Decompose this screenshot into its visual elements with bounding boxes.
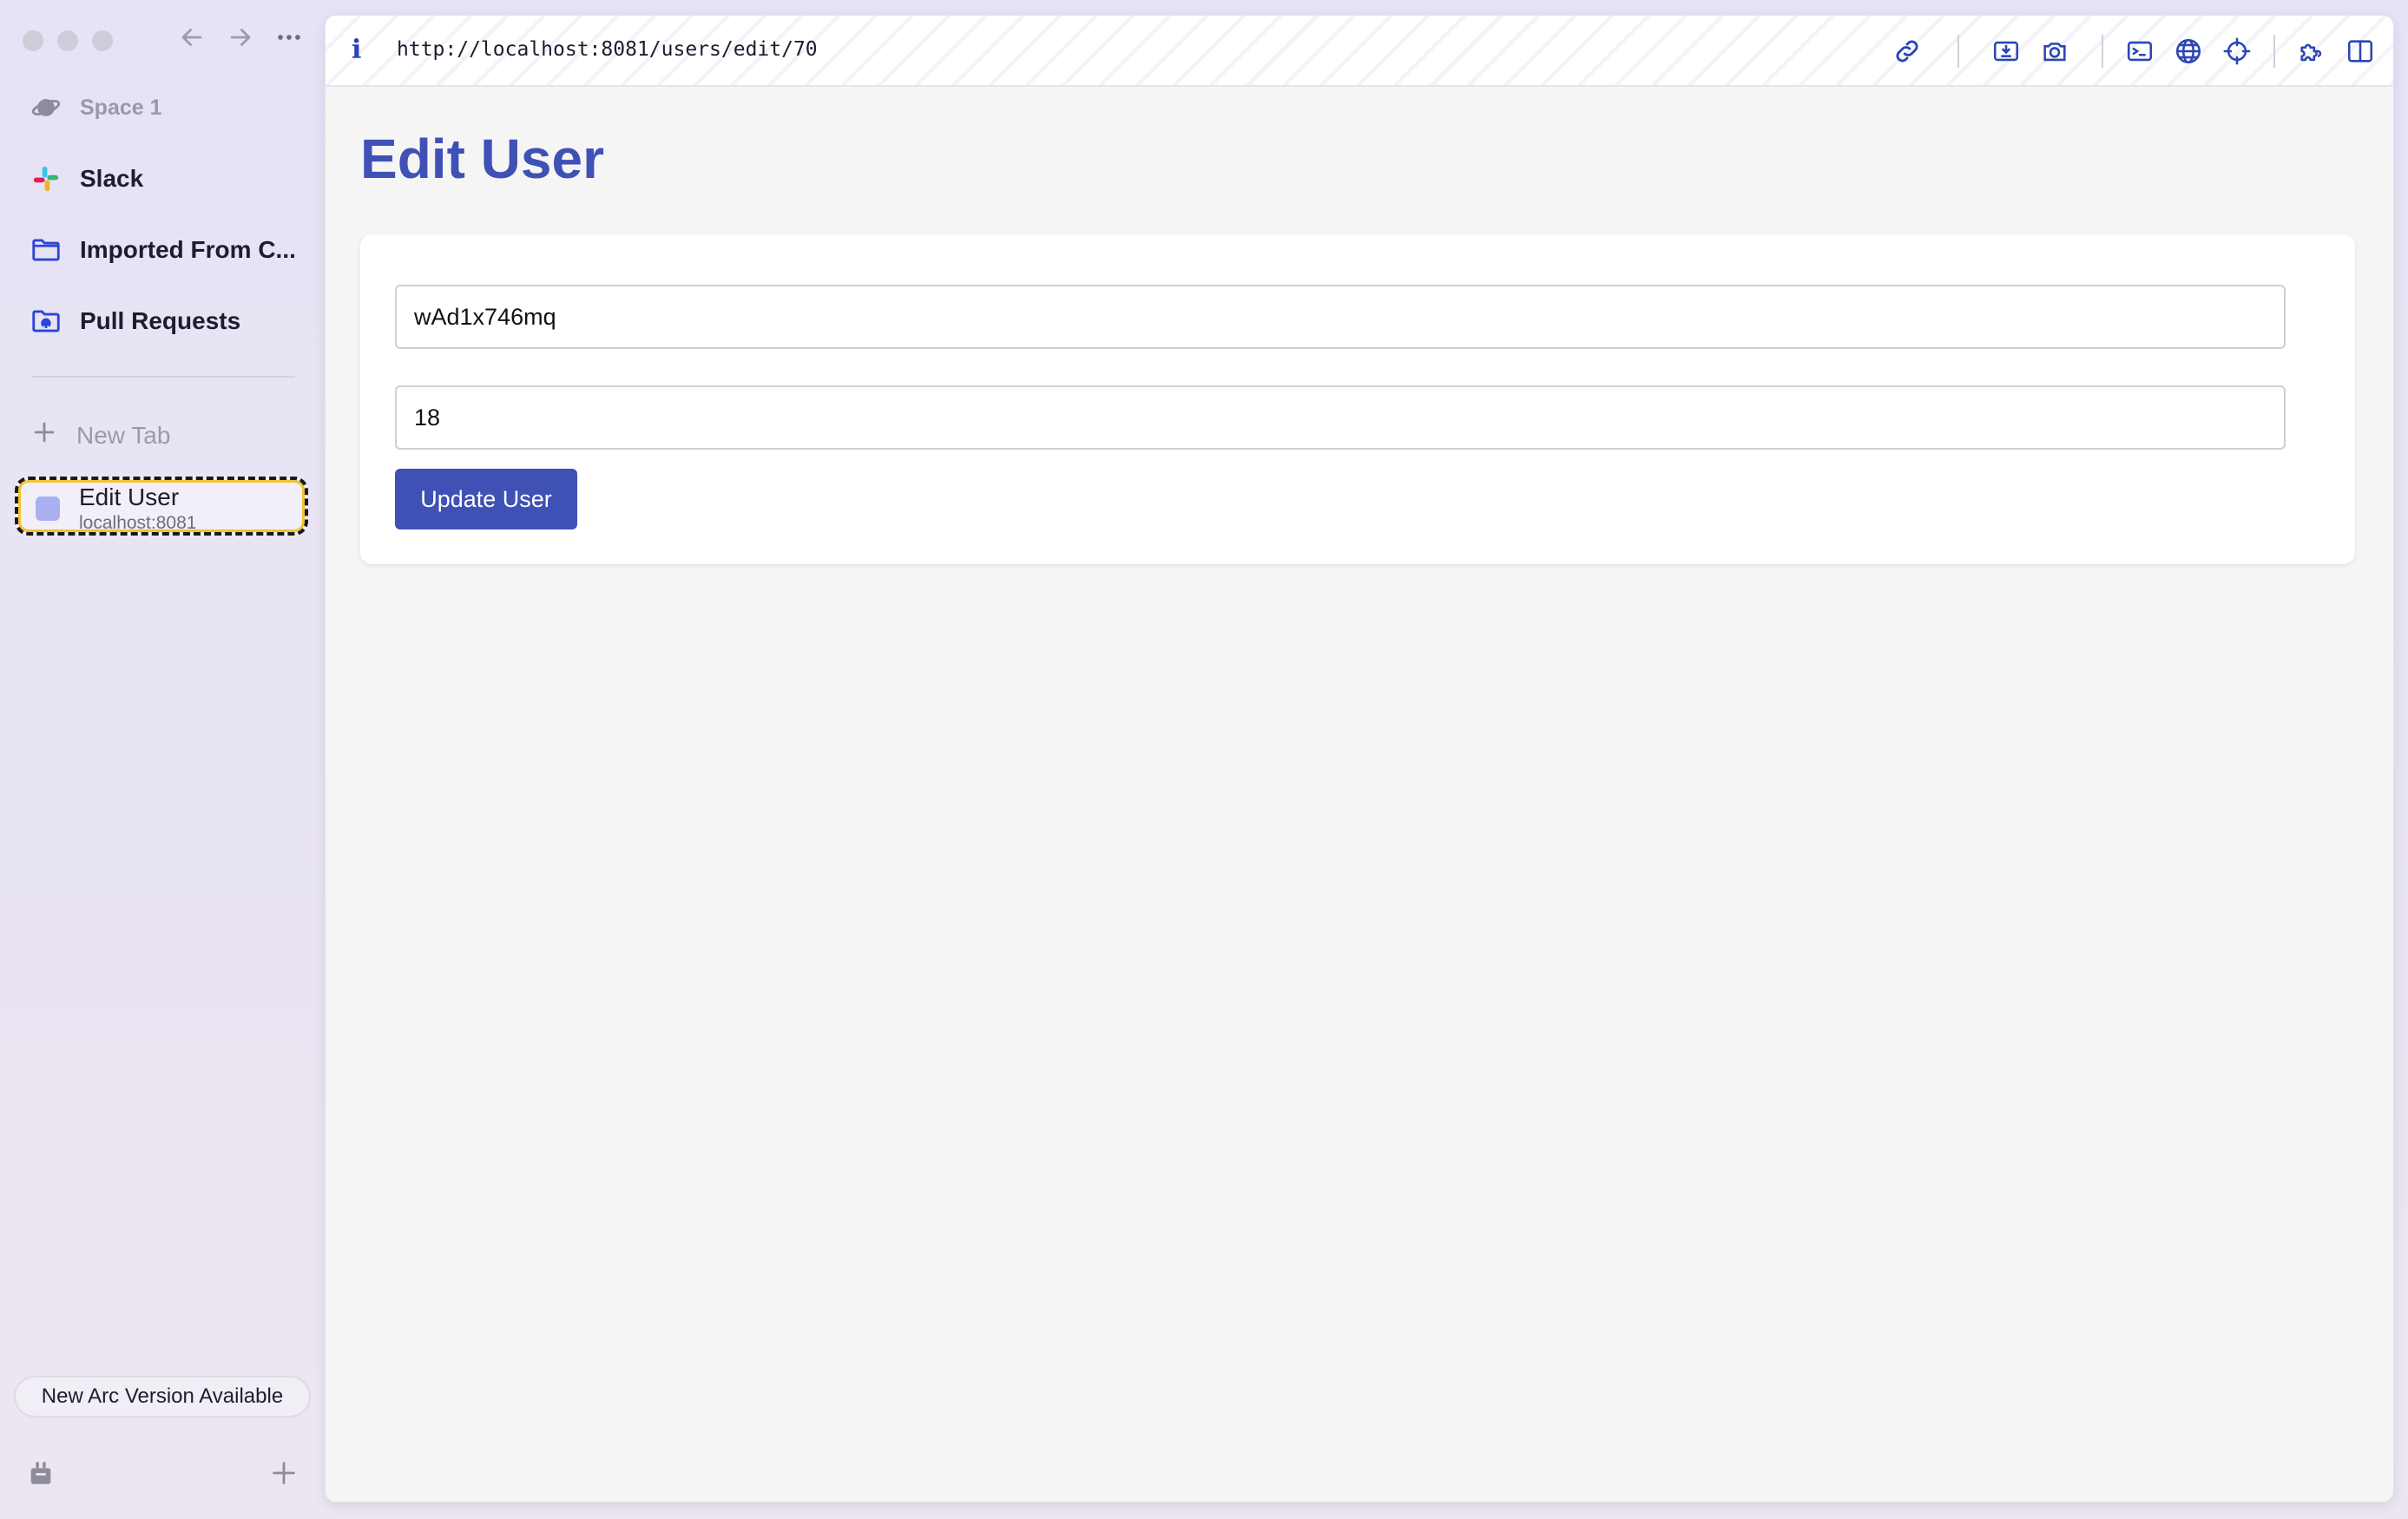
site-info-icon[interactable]: i [352,35,361,65]
active-tab[interactable]: Edit User localhost:8081 [15,477,308,536]
camera-icon[interactable] [2039,36,2070,67]
update-available-label: New Arc Version Available [41,1384,284,1408]
nav-controls [177,23,304,52]
back-arrow-icon[interactable] [177,23,207,52]
slack-icon [30,162,63,195]
toolbar [1892,35,2376,68]
terminal-icon[interactable] [2124,36,2155,67]
plus-icon [30,418,59,453]
space-label: Space 1 [80,95,162,120]
close-window-button[interactable] [23,30,43,51]
planet-icon [30,91,63,124]
edit-user-form: Update User [360,234,2355,564]
sidebar: Space 1 Slack Imported From C... Pull Re… [0,0,325,1519]
folder-icon [30,233,63,266]
toolbar-separator [1957,35,1959,68]
split-view-icon[interactable] [2345,36,2376,67]
new-tab-button[interactable]: New Tab [30,418,170,453]
toolbar-separator [2273,35,2275,68]
page-title: Edit User [360,128,604,190]
globe-icon[interactable] [2173,36,2204,67]
sidebar-item-slack[interactable]: Slack [30,157,143,201]
tab-subtitle: localhost:8081 [79,513,197,533]
new-tab-label: New Tab [76,421,171,449]
sidebar-item-imported[interactable]: Imported From C... [30,228,296,272]
minimize-window-button[interactable] [57,30,78,51]
copy-link-icon[interactable] [1892,36,1923,67]
name-input[interactable] [395,285,2286,349]
sidebar-item-label: Imported From C... [80,236,296,263]
tab-title: Edit User [79,483,180,510]
space-switcher[interactable]: Space 1 [30,86,162,129]
browser-content: i http://localhost:8081/users/edit/70 Ed… [326,16,2393,1502]
archive-icon[interactable] [26,1458,56,1492]
sidebar-item-pull-requests[interactable]: Pull Requests [30,299,240,343]
zoom-window-button[interactable] [92,30,113,51]
tab-favicon-icon [36,496,60,521]
update-user-button[interactable]: Update User [395,469,577,529]
more-options-icon[interactable] [274,23,304,52]
extensions-puzzle-icon[interactable] [2296,36,2327,67]
sidebar-divider [31,376,295,378]
capture-icon[interactable] [1990,36,2022,67]
update-available-pill[interactable]: New Arc Version Available [14,1376,311,1417]
url-bar[interactable]: i http://localhost:8081/users/edit/70 [326,16,2393,87]
crosshair-icon[interactable] [2221,36,2253,67]
window-controls [23,30,113,51]
sidebar-item-label: Pull Requests [80,307,241,334]
github-folder-icon [30,305,63,338]
forward-arrow-icon[interactable] [226,23,255,52]
url-text[interactable]: http://localhost:8081/users/edit/70 [397,38,818,61]
age-input[interactable] [395,385,2286,450]
sidebar-item-label: Slack [80,165,144,192]
toolbar-separator [2102,35,2103,68]
add-space-icon[interactable] [269,1458,299,1492]
